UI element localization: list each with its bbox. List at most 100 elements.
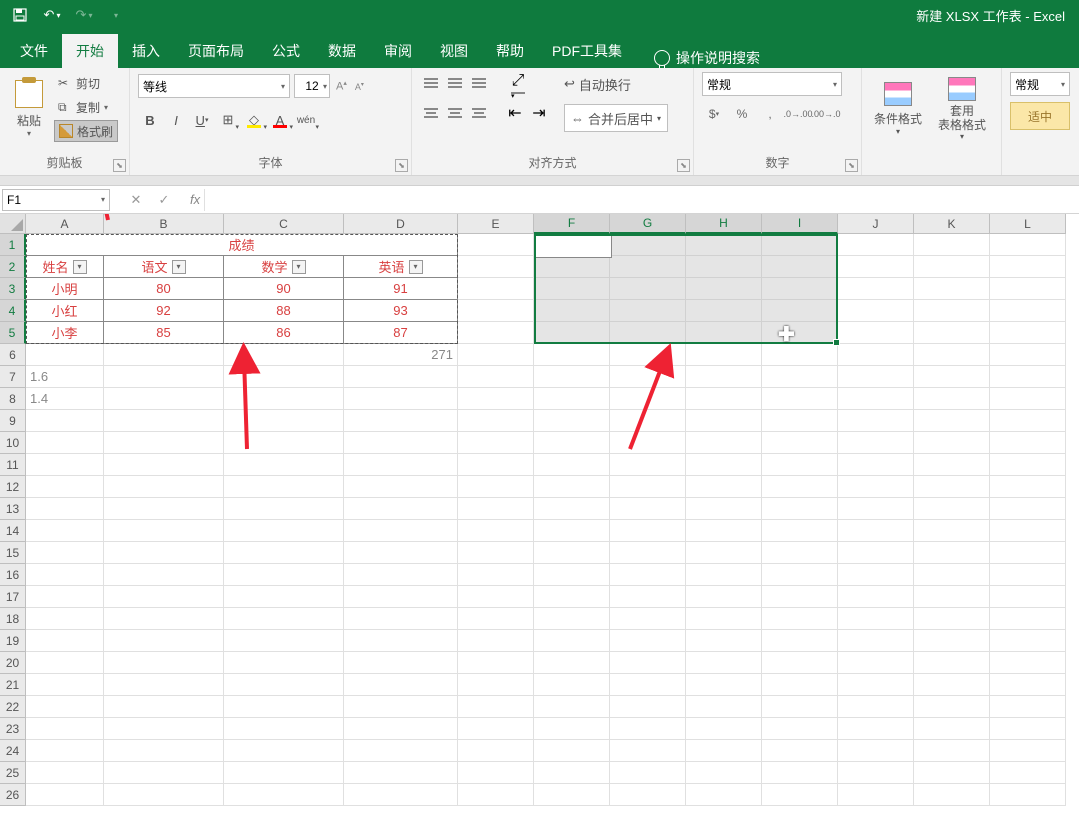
cell-I6[interactable]	[762, 344, 838, 366]
column-header-G[interactable]: G	[610, 214, 686, 234]
cell-L14[interactable]	[990, 520, 1066, 542]
cell-B16[interactable]	[104, 564, 224, 586]
cell-B3[interactable]: 80	[104, 278, 224, 300]
cell-G2[interactable]	[610, 256, 686, 278]
cell-H2[interactable]	[686, 256, 762, 278]
cell-I7[interactable]	[762, 366, 838, 388]
font-size-select[interactable]: 12▾	[294, 74, 330, 98]
cell-F26[interactable]	[534, 784, 610, 806]
cell-L8[interactable]	[990, 388, 1066, 410]
cell-H15[interactable]	[686, 542, 762, 564]
cell-D7[interactable]	[344, 366, 458, 388]
cell-C8[interactable]	[224, 388, 344, 410]
cell-D24[interactable]	[344, 740, 458, 762]
cell-C25[interactable]	[224, 762, 344, 784]
cell-F18[interactable]	[534, 608, 610, 630]
row-header-13[interactable]: 13	[0, 498, 26, 520]
cell-K13[interactable]	[914, 498, 990, 520]
cell-F10[interactable]	[534, 432, 610, 454]
cell-E10[interactable]	[458, 432, 534, 454]
cell-H10[interactable]	[686, 432, 762, 454]
cell-E26[interactable]	[458, 784, 534, 806]
cell-A6[interactable]	[26, 344, 104, 366]
cell-K26[interactable]	[914, 784, 990, 806]
cell-J11[interactable]	[838, 454, 914, 476]
spreadsheet-grid[interactable]: ABCDEFGHIJKL 123456789101112131415161718…	[0, 214, 1079, 819]
formula-input[interactable]	[204, 189, 1079, 211]
cell-K20[interactable]	[914, 652, 990, 674]
cut-button[interactable]: ✂ 剪切	[54, 72, 118, 94]
cell-G20[interactable]	[610, 652, 686, 674]
fill-color-button[interactable]: ◇▾	[242, 108, 266, 132]
tab-view[interactable]: 视图	[426, 34, 482, 68]
cell-I13[interactable]	[762, 498, 838, 520]
format-painter-button[interactable]: 格式刷	[54, 120, 118, 142]
cell-J21[interactable]	[838, 674, 914, 696]
row-header-16[interactable]: 16	[0, 564, 26, 586]
row-header-8[interactable]: 8	[0, 388, 26, 410]
cell-E19[interactable]	[458, 630, 534, 652]
cell-H23[interactable]	[686, 718, 762, 740]
cell-L12[interactable]	[990, 476, 1066, 498]
currency-button[interactable]: $▾	[702, 102, 726, 126]
cell-A15[interactable]	[26, 542, 104, 564]
row-header-6[interactable]: 6	[0, 344, 26, 366]
cell-H21[interactable]	[686, 674, 762, 696]
cell-I3[interactable]	[762, 278, 838, 300]
cell-L6[interactable]	[990, 344, 1066, 366]
tab-file[interactable]: 文件	[6, 34, 62, 68]
cell-K23[interactable]	[914, 718, 990, 740]
cell-H24[interactable]	[686, 740, 762, 762]
cell-L19[interactable]	[990, 630, 1066, 652]
cell-J17[interactable]	[838, 586, 914, 608]
cell-A19[interactable]	[26, 630, 104, 652]
cell-F17[interactable]	[534, 586, 610, 608]
cell-L25[interactable]	[990, 762, 1066, 784]
column-headers[interactable]: ABCDEFGHIJKL	[26, 214, 1066, 234]
cell-D16[interactable]	[344, 564, 458, 586]
cell-F11[interactable]	[534, 454, 610, 476]
cell-I9[interactable]	[762, 410, 838, 432]
cell-J20[interactable]	[838, 652, 914, 674]
cell-I10[interactable]	[762, 432, 838, 454]
cell-D5[interactable]: 87	[344, 322, 458, 344]
tab-page-layout[interactable]: 页面布局	[174, 34, 258, 68]
cell-A18[interactable]	[26, 608, 104, 630]
cell-K14[interactable]	[914, 520, 990, 542]
cell-C14[interactable]	[224, 520, 344, 542]
font-color-button[interactable]: A▾	[268, 108, 292, 132]
column-header-K[interactable]: K	[914, 214, 990, 234]
row-header-17[interactable]: 17	[0, 586, 26, 608]
cell-A14[interactable]	[26, 520, 104, 542]
percent-button[interactable]: %	[730, 102, 754, 126]
cell-K9[interactable]	[914, 410, 990, 432]
row-header-21[interactable]: 21	[0, 674, 26, 696]
cell-D9[interactable]	[344, 410, 458, 432]
cell-L16[interactable]	[990, 564, 1066, 586]
cell-F9[interactable]	[534, 410, 610, 432]
increase-font-button[interactable]: A▴	[334, 79, 349, 93]
cell-I20[interactable]	[762, 652, 838, 674]
cell-J16[interactable]	[838, 564, 914, 586]
cell-H9[interactable]	[686, 410, 762, 432]
cell-D4[interactable]: 93	[344, 300, 458, 322]
cell-K10[interactable]	[914, 432, 990, 454]
cell-I16[interactable]	[762, 564, 838, 586]
cell-F25[interactable]	[534, 762, 610, 784]
cell-C3[interactable]: 90	[224, 278, 344, 300]
cell-G7[interactable]	[610, 366, 686, 388]
cell-D20[interactable]	[344, 652, 458, 674]
decrease-indent-button[interactable]: ⇤	[504, 102, 526, 124]
cell-F23[interactable]	[534, 718, 610, 740]
cell-E25[interactable]	[458, 762, 534, 784]
cell-B4[interactable]: 92	[104, 300, 224, 322]
cell-L13[interactable]	[990, 498, 1066, 520]
cell-G16[interactable]	[610, 564, 686, 586]
cell-C9[interactable]	[224, 410, 344, 432]
cell-I25[interactable]	[762, 762, 838, 784]
cell-K25[interactable]	[914, 762, 990, 784]
merge-center-button[interactable]: ⇔合并后居中▾	[564, 104, 668, 132]
cell-H13[interactable]	[686, 498, 762, 520]
cell-A5[interactable]: 小李	[26, 322, 104, 344]
copy-button[interactable]: ⧉ 复制 ▾	[54, 96, 118, 118]
